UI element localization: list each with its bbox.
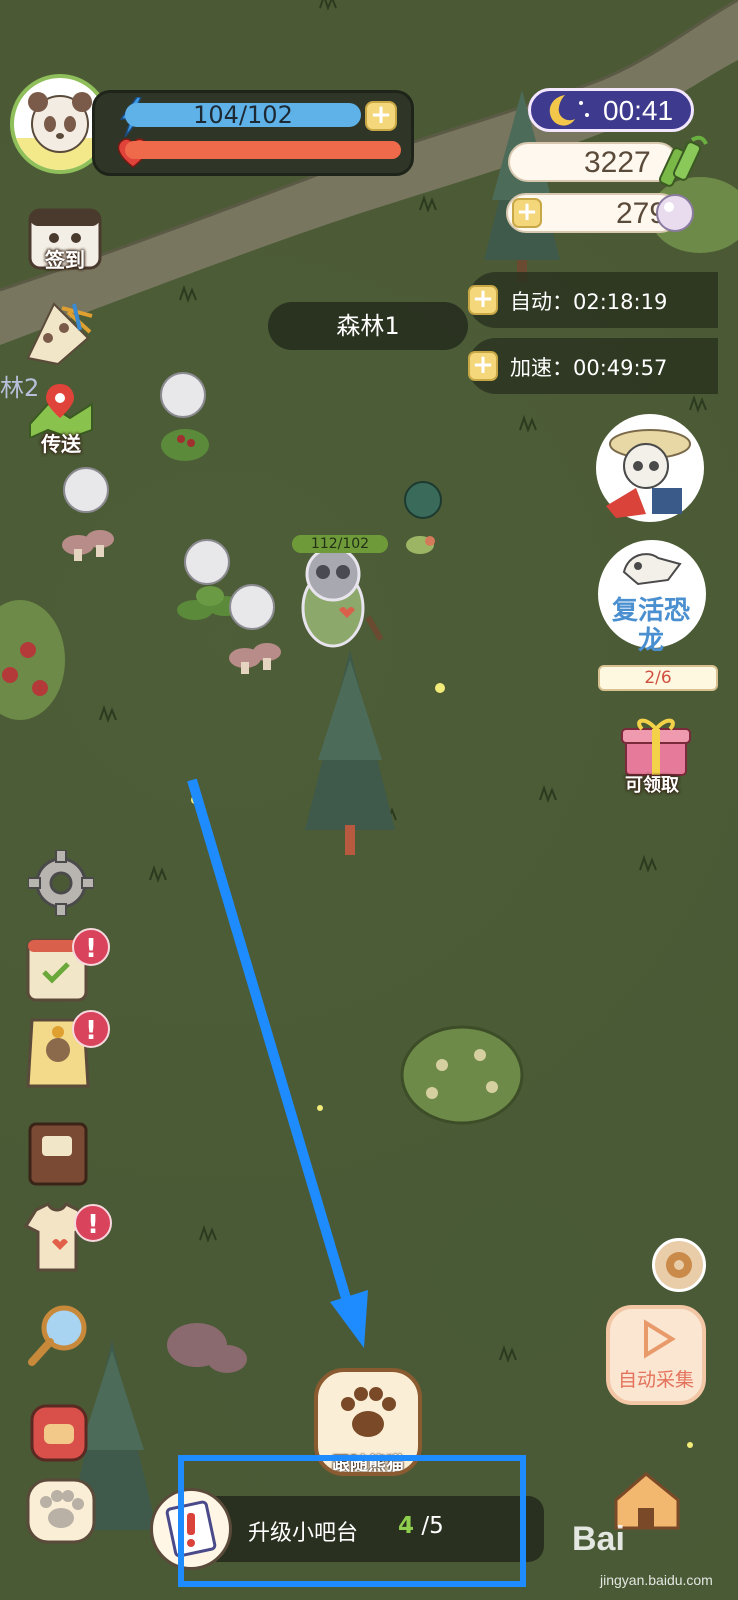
apple-tree — [0, 600, 65, 720]
paw-icon — [341, 1387, 396, 1437]
settings-button[interactable] — [27, 849, 106, 928]
auto-plus-button[interactable]: + — [468, 285, 498, 315]
sleeping-creature — [404, 481, 442, 519]
gift-button[interactable]: 可领取 — [620, 715, 698, 796]
gift-box-icon — [621, 718, 691, 776]
energy-text: 104/102 — [193, 103, 293, 127]
bamboo-icon — [658, 135, 708, 187]
wardrobe-alert-badge: ! — [74, 1204, 112, 1242]
watermark-logo: Bai — [572, 1520, 625, 1558]
energy-plus-button[interactable]: + — [365, 101, 397, 131]
berry-bush — [161, 429, 209, 461]
character-hp-tag: 112/102 — [292, 535, 388, 553]
game-scene[interactable]: 112/102 104/102 + 签到 林2 传送 ! ! ! 00:41 3… — [0, 0, 738, 1600]
mushroom-cluster-1 — [62, 530, 114, 561]
moon-icon — [549, 95, 589, 126]
watermark-url: jingyan.baidu.com — [600, 1572, 713, 1588]
pearl-icon — [656, 194, 694, 232]
bird — [406, 536, 435, 554]
gift-label: 可领取 — [625, 775, 679, 796]
auto-collect-button[interactable]: 自动采集 — [606, 1305, 706, 1405]
teleport-label: 传送 — [41, 432, 81, 456]
pine-tree-center — [305, 650, 395, 855]
flower-bush — [400, 1025, 524, 1125]
npc-farmer-button[interactable] — [596, 414, 704, 522]
magnifier-icon — [28, 1305, 87, 1366]
revive-dinosaur-label-line1: 复活恐 — [611, 596, 690, 626]
auto-task-row[interactable]: + 自动：02:18:19 — [468, 272, 718, 328]
mushroom-cluster-2 — [229, 643, 281, 674]
play-icon — [644, 1319, 676, 1359]
checkin-label: 签到 — [45, 248, 85, 272]
gear-icon — [666, 1252, 692, 1278]
quest-alert-badge: ! — [72, 928, 110, 966]
day-night-timer: 00:41 — [528, 88, 694, 132]
guide-arrow — [187, 778, 368, 1348]
auto-settings-button[interactable] — [652, 1238, 706, 1292]
map-fragment-icon — [26, 302, 93, 366]
timer-text: 00:41 — [603, 95, 674, 126]
speed-plus-button[interactable]: + — [468, 351, 498, 381]
farmer-panda-icon — [606, 429, 691, 518]
search-button[interactable] — [26, 1302, 104, 1380]
pearl-plus-button[interactable]: + — [512, 198, 542, 228]
paw-menu-button[interactable] — [26, 1478, 104, 1556]
bamboo-count: 3227 — [584, 146, 651, 179]
backpack-icon — [30, 1404, 88, 1462]
paw-icon — [26, 1478, 96, 1544]
health-bar — [125, 141, 401, 159]
highlight-box — [178, 1455, 526, 1587]
speed-timer-text: 加速：00:49:57 — [510, 356, 668, 380]
speed-task-row[interactable]: + 加速：00:49:57 — [468, 338, 718, 394]
tag-alert-badge: ! — [72, 1010, 110, 1048]
checkin-button[interactable]: 签到 — [26, 204, 104, 282]
revive-dinosaur-button[interactable]: 复活恐 龙 — [598, 540, 706, 656]
book-icon — [28, 1122, 88, 1186]
auto-collect-label: 自动采集 — [617, 1369, 694, 1391]
map-pieces-button[interactable] — [18, 298, 96, 376]
teleport-button[interactable]: 传送 — [26, 384, 104, 462]
gear-icon — [27, 849, 95, 917]
revive-progress: 2/6 — [598, 665, 718, 691]
bamboo-counter: 3227 — [508, 142, 678, 182]
revive-dinosaur-label-line2: 龙 — [637, 626, 664, 656]
dinosaur-skeleton-icon — [622, 553, 682, 586]
player-status-bars: 104/102 + — [92, 90, 414, 176]
area-name-label: 森林1 — [268, 302, 468, 350]
auto-timer-text: 自动：02:18:19 — [510, 290, 668, 314]
revive-dinosaur-label: 复活恐 龙 — [606, 596, 696, 656]
health-bar-fill — [125, 141, 401, 159]
recipe-book-button[interactable] — [24, 1118, 102, 1196]
backpack-button[interactable] — [24, 1394, 102, 1472]
panda-character — [301, 546, 384, 648]
rock-pile — [167, 1323, 247, 1373]
energy-bar: 104/102 — [125, 103, 361, 127]
